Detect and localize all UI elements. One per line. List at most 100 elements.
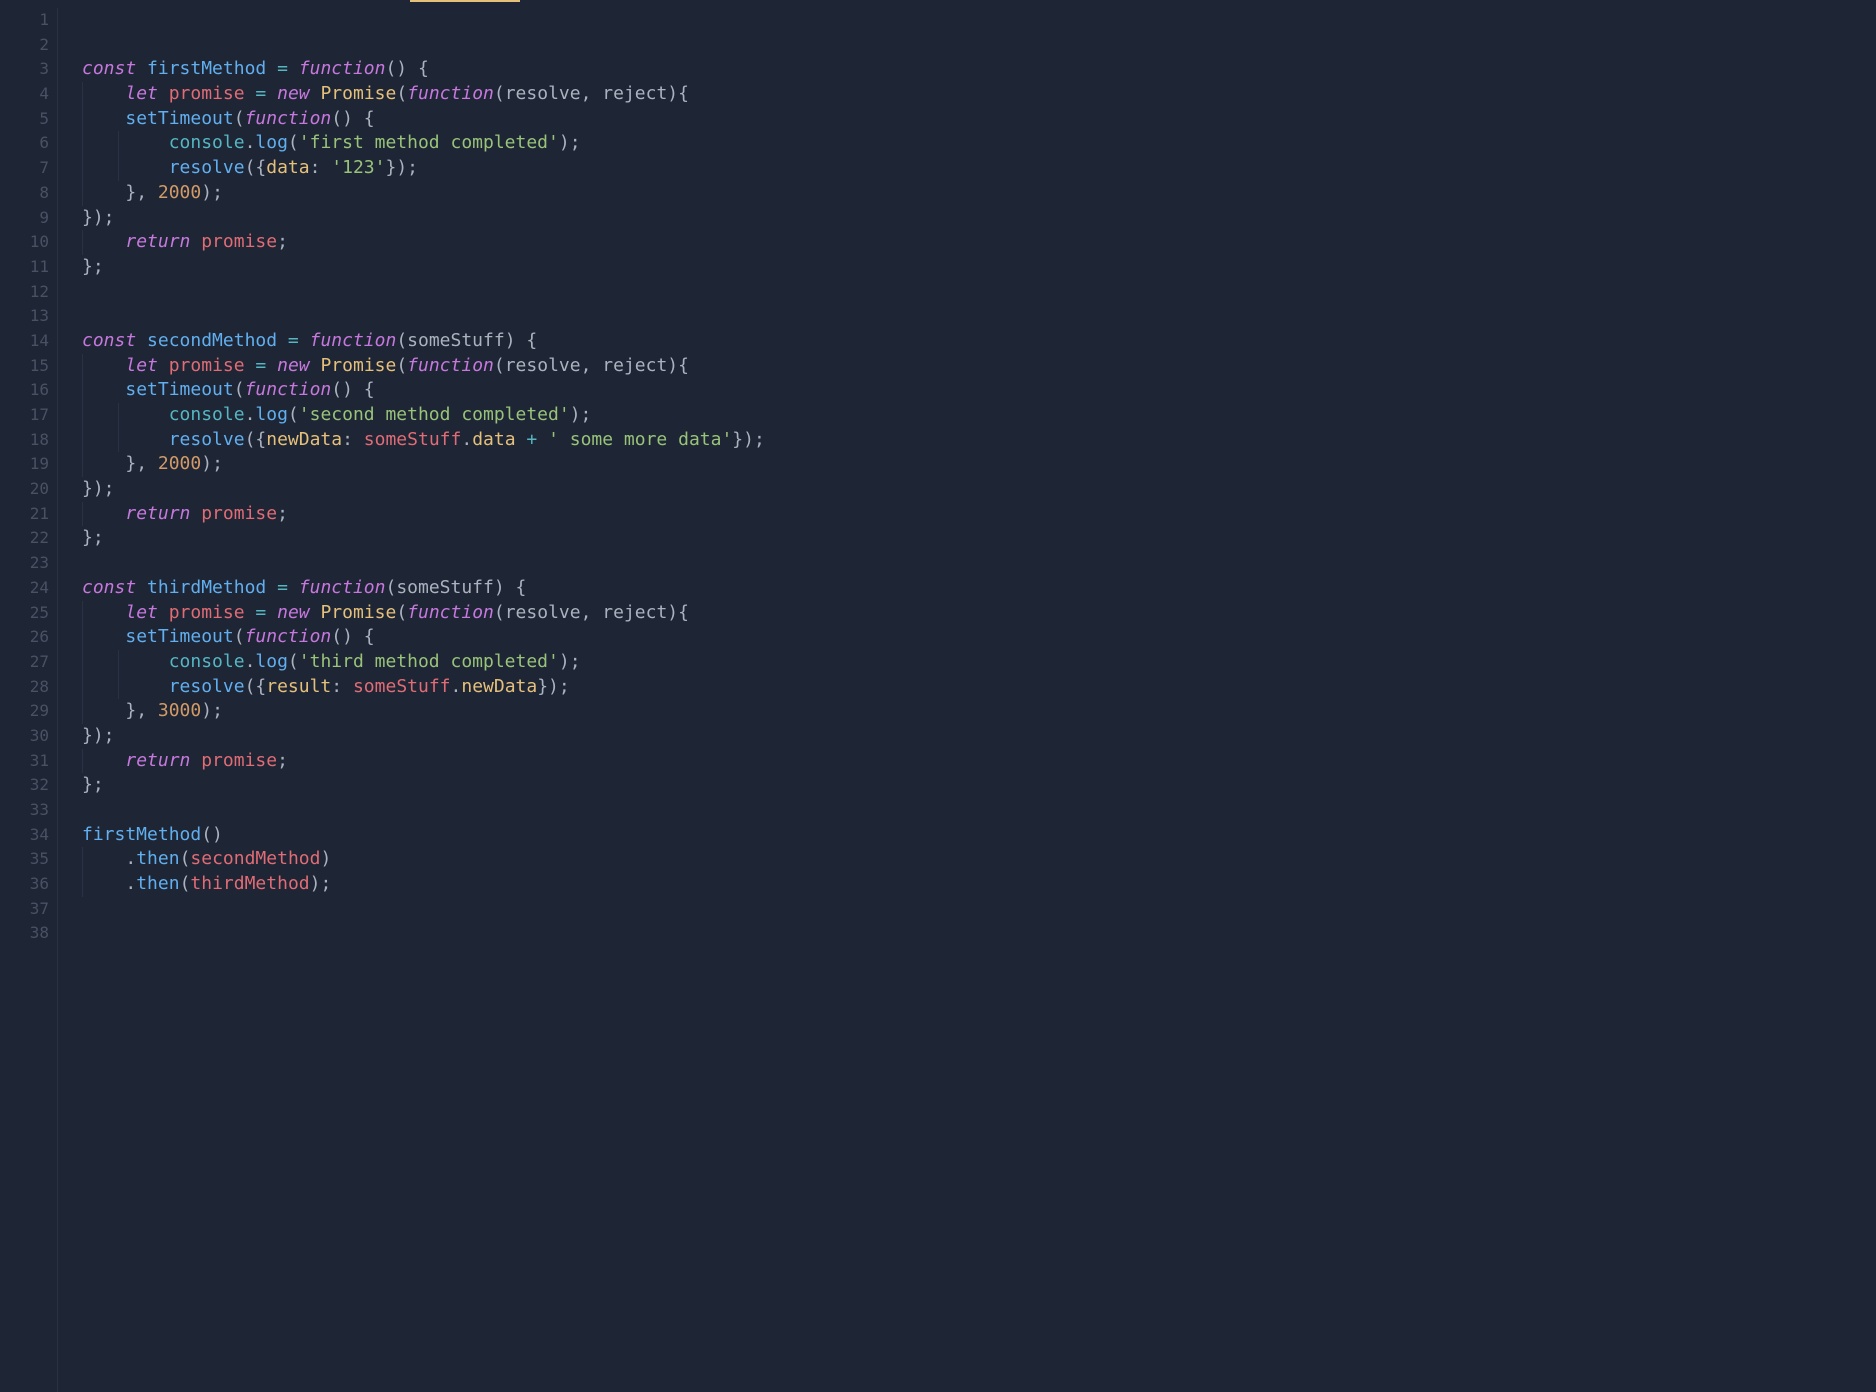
indent-guide [82,107,83,132]
code-line[interactable]: return promise; [82,749,765,774]
token-kw: let [125,602,168,623]
token-pun: ) [320,848,331,869]
code-line[interactable]: return promise; [82,502,765,527]
token-param: reject [602,602,667,623]
token-pun: ( [180,848,191,869]
token-pun: ( [288,132,299,153]
token-pun: ) { [494,577,527,598]
code-line[interactable]: setTimeout(function() { [82,625,765,650]
token-var: promise [169,83,256,104]
token-fn: then [136,848,179,869]
token-pun: }, [125,182,158,203]
code-line[interactable]: }, 2000); [82,452,765,477]
code-line[interactable]: const secondMethod = function(someStuff)… [82,329,765,354]
line-number: 29 [0,699,49,724]
token-obj: console [169,404,245,425]
code-line[interactable] [82,33,765,58]
code-line[interactable]: let promise = new Promise(function(resol… [82,601,765,626]
token-param: resolve [505,355,581,376]
line-number: 6 [0,131,49,156]
token-pun: () { [331,379,374,400]
code-line[interactable] [82,798,765,823]
token-op: = [255,355,277,376]
token-kw: new [277,602,320,623]
code-line[interactable]: const firstMethod = function() { [82,57,765,82]
token-pun: ; [277,750,288,771]
code-line[interactable]: resolve({result: someStuff.newData}); [82,675,765,700]
code-line[interactable] [82,897,765,922]
code-line[interactable]: .then(secondMethod) [82,847,765,872]
code-line[interactable]: resolve({data: '123'}); [82,156,765,181]
token-pun: ( [494,83,505,104]
indent-guide [118,675,119,700]
token-pun: }; [82,256,104,277]
indent-guide [82,378,83,403]
token-param: reject [602,355,667,376]
token-kw: function [310,330,397,351]
code-line[interactable]: }; [82,773,765,798]
code-editor[interactable]: 1234567891011121314151617181920212223242… [0,0,1876,1392]
code-line[interactable] [82,551,765,576]
token-pun: ( [494,602,505,623]
token-pun: }); [82,207,115,228]
token-pun: ( [385,577,396,598]
token-prop: data [266,157,309,178]
code-line[interactable]: let promise = new Promise(function(resol… [82,354,765,379]
indent-guide [82,403,83,428]
line-number: 33 [0,798,49,823]
indent-guide [82,749,83,774]
line-number: 28 [0,675,49,700]
token-kw: function [407,355,494,376]
token-pun: ); [201,700,223,721]
token-fn: log [255,132,288,153]
indent-guide [82,82,83,107]
code-line[interactable]: console.log('third method completed'); [82,650,765,675]
code-line[interactable]: .then(thirdMethod); [82,872,765,897]
code-line[interactable]: }); [82,477,765,502]
token-fn: log [255,404,288,425]
token-num: 2000 [158,182,201,203]
line-number: 37 [0,897,49,922]
token-pun: . [125,848,136,869]
code-line[interactable]: setTimeout(function() { [82,378,765,403]
code-line[interactable]: console.log('first method completed'); [82,131,765,156]
line-number: 35 [0,847,49,872]
token-kw: const [82,577,147,598]
code-line[interactable]: }; [82,526,765,551]
code-line[interactable]: return promise; [82,230,765,255]
code-line[interactable]: }; [82,255,765,280]
token-pun: ); [201,453,223,474]
code-content[interactable]: const firstMethod = function() { let pro… [58,8,765,1392]
indent-guide [118,428,119,453]
token-var: someStuff [353,676,451,697]
token-pun: ); [559,132,581,153]
token-pun: ( [288,404,299,425]
token-pun: : [310,157,332,178]
indent-guide [82,699,83,724]
token-pun: : [342,429,364,450]
code-line[interactable]: let promise = new Promise(function(resol… [82,82,765,107]
code-line[interactable] [82,921,765,946]
code-line[interactable]: }); [82,206,765,231]
code-line[interactable]: }, 2000); [82,181,765,206]
line-number: 23 [0,551,49,576]
code-line[interactable]: const thirdMethod = function(someStuff) … [82,576,765,601]
indent-guide [82,601,83,626]
code-line[interactable] [82,8,765,33]
token-var: promise [169,355,256,376]
token-kw: const [82,58,147,79]
token-pun: ( [234,108,245,129]
token-op: = [255,83,277,104]
code-line[interactable]: resolve({newData: someStuff.data + ' som… [82,428,765,453]
code-line[interactable]: }, 3000); [82,699,765,724]
code-line[interactable]: firstMethod() [82,823,765,848]
code-line[interactable] [82,280,765,305]
token-var: promise [201,231,277,252]
code-line[interactable]: console.log('second method completed'); [82,403,765,428]
code-line[interactable]: setTimeout(function() { [82,107,765,132]
line-number: 12 [0,280,49,305]
code-line[interactable]: }); [82,724,765,749]
line-number: 4 [0,82,49,107]
code-line[interactable] [82,304,765,329]
line-number: 31 [0,749,49,774]
